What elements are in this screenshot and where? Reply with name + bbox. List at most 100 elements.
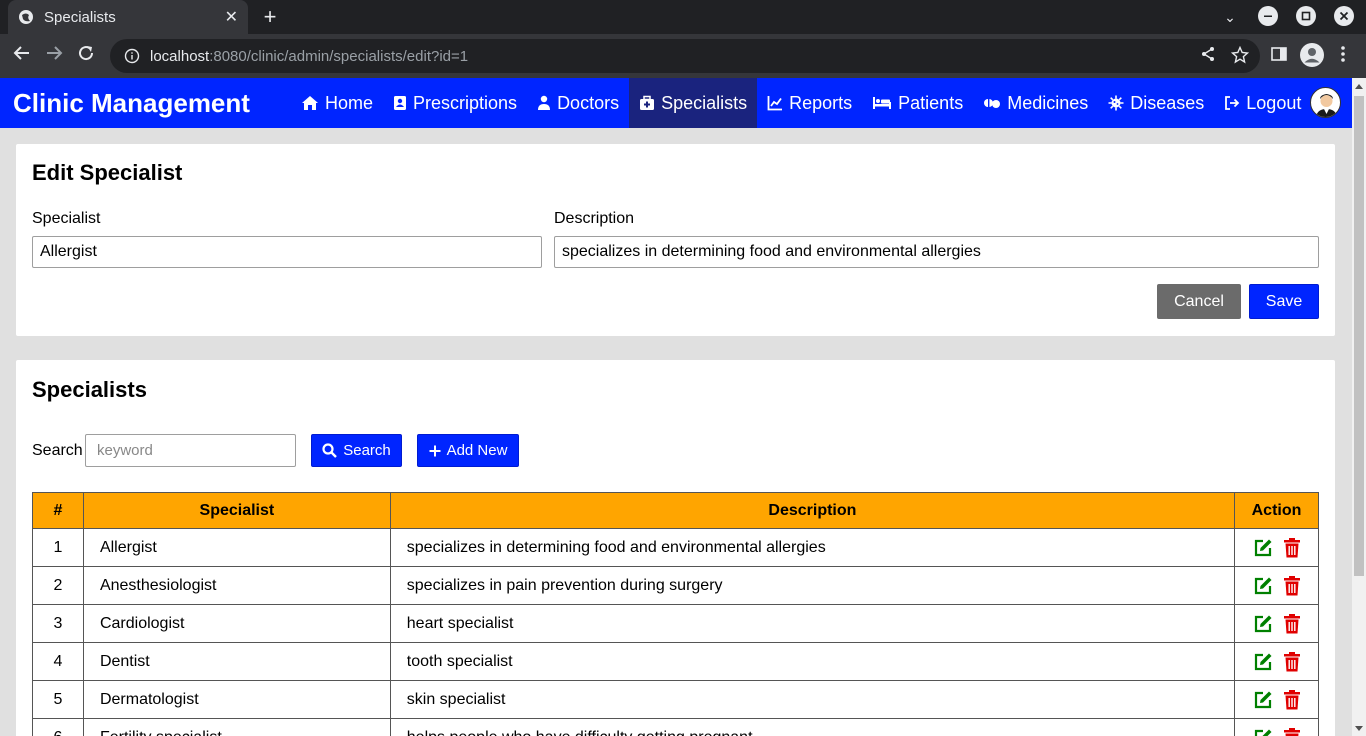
edit-icon[interactable] [1253, 614, 1273, 634]
specialist-input[interactable] [32, 236, 542, 268]
nav-item-label: Home [325, 92, 374, 113]
nav-item-patients[interactable]: Patients [862, 78, 973, 128]
trash-icon[interactable] [1283, 537, 1301, 558]
edit-icon[interactable] [1253, 728, 1273, 736]
row-actions [1234, 604, 1319, 643]
page-scrollbar[interactable] [1352, 78, 1366, 736]
nav-item-doctors[interactable]: Doctors [527, 78, 629, 128]
nav-item-prescriptions[interactable]: Prescriptions [383, 78, 527, 128]
column-header-specialist[interactable]: Specialist [82, 492, 391, 529]
search-button[interactable]: Search [311, 434, 402, 467]
nav-item-label: Diseases [1130, 92, 1205, 113]
specialists-list-card: Specialists Search Search Add New # Spec… [16, 360, 1335, 736]
description-input[interactable] [554, 236, 1319, 268]
edit-icon[interactable] [1253, 576, 1273, 596]
table-row: 2 Anesthesiologist specializes in pain p… [32, 566, 1319, 605]
nav-item-reports[interactable]: Reports [757, 78, 862, 128]
scroll-up-arrow-icon[interactable] [1355, 84, 1363, 89]
medical-kit-icon [640, 95, 655, 110]
nav-item-label: Prescriptions [413, 92, 518, 113]
bookmark-star-icon[interactable] [1230, 45, 1250, 69]
nav-item-medicines[interactable]: Medicines [973, 78, 1098, 128]
trash-icon[interactable] [1283, 727, 1301, 736]
plus-icon [429, 445, 441, 456]
maximize-button[interactable] [1294, 6, 1318, 28]
bed-icon [873, 97, 892, 109]
nav-item-diseases[interactable]: Diseases [1098, 78, 1214, 128]
close-tab-icon[interactable]: ✕ [225, 7, 238, 27]
browser-toolbar: localhost:8080/clinic/admin/specialists/… [0, 34, 1366, 78]
scroll-down-arrow-icon[interactable] [1355, 726, 1363, 731]
add-new-button[interactable]: Add New [417, 434, 519, 467]
logout-icon [1225, 96, 1240, 110]
specialist-field-label: Specialist [32, 210, 101, 227]
nav-item-specialists[interactable]: Specialists [629, 78, 758, 128]
edit-icon[interactable] [1253, 690, 1273, 710]
row-specialist: Cardiologist [82, 604, 391, 643]
row-actions [1234, 642, 1319, 681]
edit-icon[interactable] [1253, 538, 1273, 558]
pills-icon [984, 99, 1001, 108]
trash-icon[interactable] [1283, 575, 1301, 596]
column-header-description[interactable]: Description [389, 492, 1236, 529]
address-bar[interactable]: localhost:8080/clinic/admin/specialists/… [110, 39, 1260, 73]
add-new-button-label: Add New [446, 442, 508, 459]
row-number: 4 [32, 642, 84, 681]
trash-icon[interactable] [1283, 613, 1301, 634]
nav-item-label: Doctors [557, 92, 620, 113]
nav-item-home[interactable]: Home [291, 78, 383, 128]
profile-icon[interactable] [1300, 43, 1324, 72]
row-actions [1234, 718, 1319, 736]
tab-search-icon[interactable]: ⌄ [1218, 6, 1242, 28]
column-header-number[interactable]: # [32, 492, 84, 529]
row-actions [1234, 528, 1319, 567]
row-description: heart specialist [389, 604, 1236, 643]
search-input[interactable] [85, 434, 296, 467]
nav-item-label: Medicines [1007, 92, 1089, 113]
row-actions [1234, 566, 1319, 605]
row-description: tooth specialist [389, 642, 1236, 681]
table-header-row: # Specialist Description Action [32, 492, 1319, 529]
row-number: 3 [32, 604, 84, 643]
back-arrow-icon[interactable] [10, 44, 34, 68]
nav-item-label: Reports [789, 92, 853, 113]
scrollbar-thumb[interactable] [1354, 96, 1364, 576]
row-number: 6 [32, 718, 84, 736]
cancel-button[interactable]: Cancel [1157, 284, 1241, 319]
tab-title: Specialists [44, 8, 116, 26]
search-icon [322, 443, 338, 458]
browser-tab[interactable]: Specialists ✕ [8, 0, 248, 34]
close-window-button[interactable] [1332, 6, 1356, 28]
minimize-button[interactable] [1256, 6, 1280, 28]
edit-specialist-card: Edit Specialist Specialist Description C… [16, 144, 1335, 336]
save-button[interactable]: Save [1249, 284, 1319, 319]
menu-kebab-icon[interactable] [1340, 44, 1346, 69]
brand-title[interactable]: Clinic Management [13, 88, 283, 119]
row-description: specializes in determining food and envi… [389, 528, 1236, 567]
info-icon[interactable] [124, 48, 140, 64]
row-description: helps people who have difficulty getting… [389, 718, 1236, 736]
table-row: 1 Allergist specializes in determining f… [32, 528, 1319, 567]
row-specialist: Fertility specialist [82, 718, 391, 736]
nav-menu: Home Prescriptions Doctors Specialists R… [291, 78, 1311, 128]
nav-item-label: Logout [1246, 92, 1302, 113]
trash-icon[interactable] [1283, 651, 1301, 672]
row-number: 1 [32, 528, 84, 567]
row-specialist: Allergist [82, 528, 391, 567]
row-actions [1234, 680, 1319, 719]
side-panel-icon[interactable] [1271, 46, 1287, 67]
edit-icon[interactable] [1253, 652, 1273, 672]
list-title: Specialists [32, 377, 147, 402]
edit-form-title: Edit Specialist [32, 160, 183, 185]
nav-item-logout[interactable]: Logout [1214, 78, 1311, 128]
table-row: 5 Dermatologist skin specialist [32, 680, 1319, 719]
forward-arrow-icon[interactable] [42, 44, 66, 68]
reload-icon[interactable] [74, 44, 98, 68]
share-icon[interactable] [1200, 46, 1216, 67]
new-tab-button[interactable]: + [258, 6, 282, 28]
nav-item-label: Patients [898, 92, 964, 113]
user-avatar[interactable] [1310, 87, 1341, 118]
table-row: 4 Dentist tooth specialist [32, 642, 1319, 681]
trash-icon[interactable] [1283, 689, 1301, 710]
row-specialist: Anesthesiologist [82, 566, 391, 605]
